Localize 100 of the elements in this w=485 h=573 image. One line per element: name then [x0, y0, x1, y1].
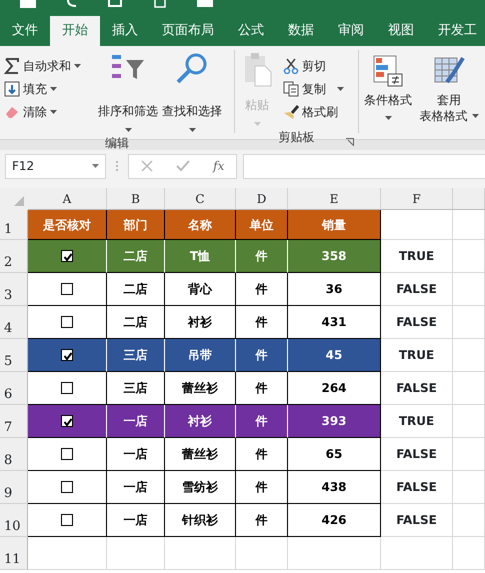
caret-icon[interactable]	[384, 116, 392, 120]
table-cell: 件	[236, 372, 288, 405]
row-header[interactable]: 2	[0, 240, 28, 273]
table-cell: 背心	[165, 273, 236, 306]
table-cell: 264	[288, 372, 381, 405]
table-cell: 一店	[107, 438, 165, 471]
table-cell: FALSE	[381, 372, 453, 405]
ribbon-tab[interactable]: 插入	[100, 16, 150, 46]
scissors-icon	[283, 58, 299, 74]
ribbon-button[interactable]: 格式刷	[279, 100, 348, 123]
row-header[interactable]: 8	[0, 438, 28, 471]
table-cell: 件	[236, 339, 288, 372]
header-cell: 名称	[165, 210, 236, 240]
ribbon-tab[interactable]: 审阅	[326, 16, 376, 46]
row-header[interactable]: 1	[0, 210, 28, 240]
row-header[interactable]: 10	[0, 504, 28, 537]
table-cell: FALSE	[381, 438, 453, 471]
checkbox[interactable]	[61, 283, 73, 295]
column-header[interactable]: E	[288, 188, 381, 210]
table-cell: 393	[288, 405, 381, 438]
ribbon-button[interactable]: 套用 表格格式	[417, 50, 481, 126]
formula-input[interactable]	[243, 154, 485, 178]
ribbon-button[interactable]: 条件格式	[359, 50, 417, 126]
header-cell: 是否核对	[28, 210, 107, 240]
checkbox[interactable]	[61, 316, 73, 328]
table-cell: T恤	[165, 240, 236, 273]
ribbon-tab[interactable]: 视图	[376, 16, 426, 46]
empty-cell	[453, 273, 485, 306]
row-header[interactable]: 9	[0, 471, 28, 504]
table-cell: 件	[236, 504, 288, 537]
caret-icon[interactable]	[50, 110, 57, 114]
table-cell: 件	[236, 240, 288, 273]
checkbox[interactable]	[61, 250, 73, 262]
empty-cell	[381, 537, 453, 570]
empty-cell	[107, 537, 165, 570]
ribbon-tab[interactable]: 公式	[226, 16, 276, 46]
column-header[interactable]: A	[28, 188, 107, 210]
caret-icon[interactable]	[337, 86, 344, 90]
empty-cell	[453, 537, 485, 570]
table-cell: 36	[288, 273, 381, 306]
table-cell: TRUE	[381, 339, 453, 372]
table-cell: 二店	[107, 306, 165, 339]
insert-function-button[interactable]: fx	[213, 157, 224, 175]
caret-icon[interactable]	[188, 128, 196, 132]
table-cell: 45	[288, 339, 381, 372]
caret-icon[interactable]	[124, 128, 132, 132]
empty-cell	[453, 471, 485, 504]
table-cell: 三店	[107, 372, 165, 405]
table-cell: TRUE	[381, 405, 453, 438]
checkbox[interactable]	[61, 448, 73, 460]
caret-icon[interactable]	[50, 86, 57, 90]
row-header[interactable]: 11	[0, 537, 28, 570]
name-box[interactable]: F12	[5, 154, 106, 178]
row-header[interactable]: 5	[0, 339, 28, 372]
table-cell: 二店	[107, 273, 165, 306]
table-cell: 一店	[107, 504, 165, 537]
column-header[interactable]: B	[107, 188, 165, 210]
checkbox[interactable]	[61, 349, 73, 361]
column-header[interactable]: D	[236, 188, 288, 210]
checkbox[interactable]	[61, 382, 73, 394]
group-label: 剪贴板	[278, 130, 314, 144]
checkbox[interactable]	[61, 514, 73, 526]
paintbrush-icon	[283, 104, 299, 120]
table-cell: 蕾丝衫	[165, 438, 236, 471]
empty-cell	[453, 339, 485, 372]
ribbon-tab[interactable]: 开发工	[426, 16, 485, 46]
ribbon-button[interactable]: 填充	[0, 77, 96, 100]
checkbox[interactable]	[61, 481, 73, 493]
ribbon-tab[interactable]: 文件	[0, 16, 50, 46]
checkbox[interactable]	[61, 415, 73, 427]
empty-cell	[165, 537, 236, 570]
row-header[interactable]: 4	[0, 306, 28, 339]
caret-icon[interactable]	[92, 164, 99, 168]
caret-icon[interactable]	[472, 114, 478, 118]
table-cell: 一店	[107, 405, 165, 438]
ribbon-button[interactable]: 剪切	[279, 54, 348, 77]
table-cell: 衬衫	[165, 405, 236, 438]
ribbon-tab[interactable]: 开始	[50, 16, 100, 46]
column-header[interactable]: C	[165, 188, 236, 210]
table-cell: 件	[236, 471, 288, 504]
table-cell: 雪纺衫	[165, 471, 236, 504]
sigma-icon	[4, 58, 20, 74]
caret-icon[interactable]	[74, 64, 81, 68]
table-cell: 三店	[107, 339, 165, 372]
row-header[interactable]: 7	[0, 405, 28, 438]
column-header[interactable]: F	[381, 188, 453, 210]
header-cell: 销量	[288, 210, 381, 240]
row-header[interactable]: 3	[0, 273, 28, 306]
ribbon-tab[interactable]: 页面布局	[150, 16, 226, 46]
row-header[interactable]: 6	[0, 372, 28, 405]
table-cell: 二店	[107, 240, 165, 273]
ribbon-button[interactable]: 查找和选择	[160, 50, 224, 134]
ribbon-button[interactable]: 复制	[279, 77, 348, 100]
dialog-launcher-icon[interactable]	[346, 138, 354, 146]
table-cell: FALSE	[381, 504, 453, 537]
ribbon-button[interactable]: 排序和筛选	[96, 50, 160, 134]
ribbon-button[interactable]: 清除	[0, 100, 96, 123]
ribbon-tab[interactable]: 数据	[276, 16, 326, 46]
ribbon-button[interactable]: 自动求和	[0, 54, 96, 77]
table-cell: 一店	[107, 471, 165, 504]
